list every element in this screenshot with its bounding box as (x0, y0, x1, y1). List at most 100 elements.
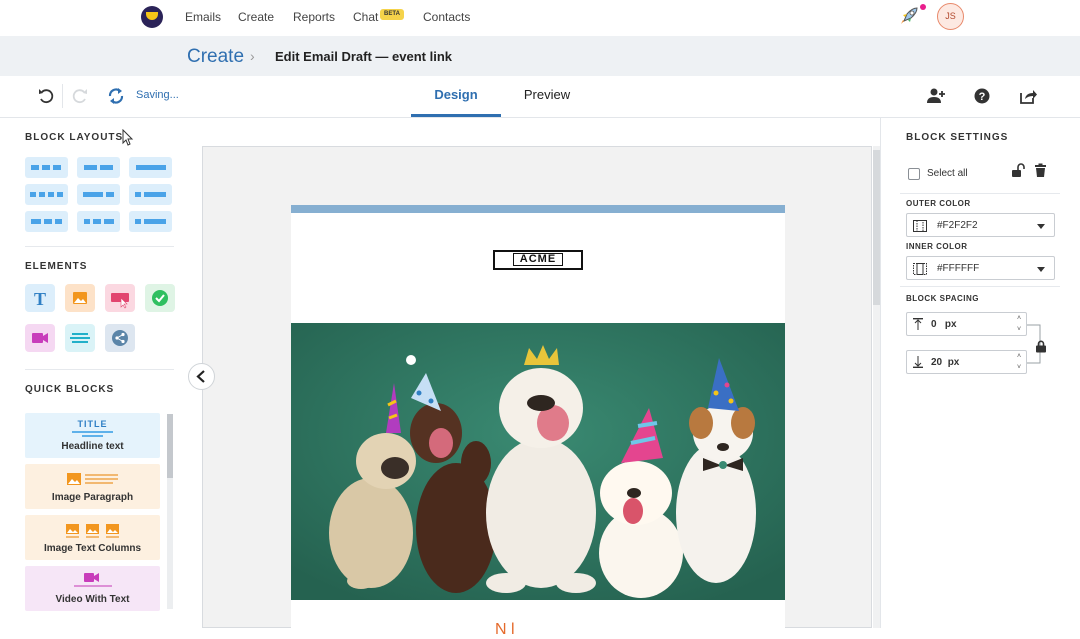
select-all-label: Select all (927, 168, 968, 179)
quick-block-headline[interactable]: TITLE Headline text (25, 413, 160, 458)
avatar[interactable]: JS (937, 3, 964, 30)
spacing-top-input[interactable]: 0 px ˄ ˅ (906, 312, 1027, 336)
quick-block-image-paragraph[interactable]: Image Paragraph (25, 464, 160, 509)
align-top-icon (913, 318, 923, 330)
canvas-scroll-thumb[interactable] (873, 150, 880, 305)
quick-block-label: Video With Text (55, 594, 130, 605)
quick-block-tag: TITLE (77, 419, 108, 429)
outer-border-icon (913, 220, 927, 232)
layout-wide-right[interactable] (129, 184, 172, 205)
spacing-bottom-stepper[interactable]: ˄ ˅ (1012, 351, 1026, 373)
nav-create[interactable]: Create (238, 10, 274, 24)
divider-icon (70, 333, 90, 343)
divider (25, 369, 174, 370)
top-nav: Emails Create Reports Chat BETA Contacts… (0, 0, 1080, 36)
nav-contacts[interactable]: Contacts (423, 10, 470, 24)
quick-blocks-heading: QUICK BLOCKS (25, 384, 115, 395)
svg-text:?: ? (979, 91, 986, 103)
layout-mixed[interactable] (77, 211, 120, 232)
layout-two-column[interactable] (77, 157, 120, 178)
image-paragraph-icon (67, 473, 118, 485)
video-icon (32, 333, 48, 343)
video-element[interactable] (25, 324, 55, 352)
quick-block-label: Image Paragraph (51, 492, 134, 503)
quick-block-video-text[interactable]: Video With Text (25, 566, 160, 611)
spacing-top-stepper[interactable]: ˄ ˅ (1012, 313, 1026, 335)
text-icon: T (34, 289, 46, 309)
headline-underline (72, 431, 113, 433)
align-bottom-icon (913, 356, 923, 368)
acme-logo-text: ACME (512, 253, 564, 266)
notification-dot (920, 4, 926, 10)
spacing-bottom-value: 20 px (931, 357, 960, 368)
share-export-icon[interactable] (1018, 86, 1038, 106)
undo-icon[interactable] (36, 86, 56, 106)
nav-emails[interactable]: Emails (185, 10, 221, 24)
tab-preview[interactable]: Preview (503, 76, 591, 117)
cursor-icon (122, 129, 134, 146)
layout-wide-left[interactable] (77, 184, 120, 205)
image-element[interactable] (65, 284, 95, 312)
redo-icon[interactable] (70, 86, 90, 106)
elements-heading: ELEMENTS (25, 261, 88, 272)
add-user-icon[interactable] (926, 86, 946, 106)
sync-icon (108, 88, 124, 104)
breadcrumb-create-link[interactable]: Create (187, 46, 244, 68)
party-dogs-illustration (291, 323, 785, 600)
image-icon (73, 292, 87, 304)
nav-chat[interactable]: Chat (353, 10, 378, 24)
layout-wide-center[interactable] (25, 211, 68, 232)
chevron-left-icon (196, 370, 205, 383)
button-icon (111, 293, 129, 309)
tab-design[interactable]: Design (411, 76, 501, 117)
share-element[interactable] (105, 324, 135, 352)
checkmark-element[interactable] (145, 284, 175, 312)
layout-three-column[interactable] (25, 157, 68, 178)
block-settings-heading: BLOCK SETTINGS (906, 132, 1009, 143)
inner-color-select[interactable]: #FFFFFF (906, 256, 1055, 280)
help-icon[interactable]: ? (972, 86, 992, 106)
editor-toolbar: Saving... Design Preview ? (0, 76, 1080, 118)
quick-blocks-scroll-thumb[interactable] (167, 414, 173, 478)
block-layouts-heading: BLOCK LAYOUTS (25, 132, 124, 143)
inner-border-icon (913, 263, 927, 275)
unlock-icon[interactable] (1011, 163, 1026, 178)
text-element[interactable]: T (25, 284, 55, 312)
video-text-icon (74, 573, 112, 587)
email-preview: ACME N l (291, 205, 785, 638)
select-all-checkbox[interactable] (908, 168, 920, 180)
app-logo[interactable] (141, 6, 163, 28)
layout-four-column[interactable] (25, 184, 68, 205)
layout-narrow-left[interactable] (129, 211, 172, 232)
rocket-icon[interactable] (898, 5, 920, 27)
acme-logo[interactable]: ACME (493, 250, 583, 270)
nav-reports[interactable]: Reports (293, 10, 335, 24)
outer-color-select[interactable]: #F2F2F2 (906, 213, 1055, 237)
divider (25, 246, 174, 247)
chevron-down-icon (1037, 224, 1045, 229)
spacing-top-value: 0 px (931, 319, 957, 330)
lock-icon[interactable] (1035, 340, 1047, 353)
collapse-panel-button[interactable] (188, 363, 215, 390)
outer-color-label: OUTER COLOR (906, 199, 971, 208)
email-top-bar[interactable] (291, 205, 785, 213)
spacing-bottom-input[interactable]: 20 px ˄ ˅ (906, 350, 1027, 374)
inner-color-label: INNER COLOR (906, 242, 968, 251)
svg-text:T: T (34, 289, 46, 309)
email-heading[interactable]: N l (495, 621, 515, 639)
trash-icon[interactable] (1034, 163, 1047, 178)
toolbar-divider (62, 84, 63, 108)
image-columns-icon (66, 524, 119, 538)
block-spacing-label: BLOCK SPACING (906, 294, 980, 303)
button-element[interactable] (105, 284, 135, 312)
quick-block-image-text-columns[interactable]: Image Text Columns (25, 515, 160, 560)
divider-element[interactable] (65, 324, 95, 352)
quick-block-label: Image Text Columns (43, 543, 142, 554)
share-icon (112, 330, 128, 346)
quick-block-label: Headline text (61, 441, 124, 452)
hero-image[interactable] (291, 323, 785, 600)
left-panel: BLOCK LAYOUTS ELEMENTS T QUICK BLOCKS TI… (0, 118, 202, 628)
divider (900, 286, 1060, 287)
layout-one-column[interactable] (129, 157, 172, 178)
page-title: Edit Email Draft — event link (275, 49, 452, 64)
